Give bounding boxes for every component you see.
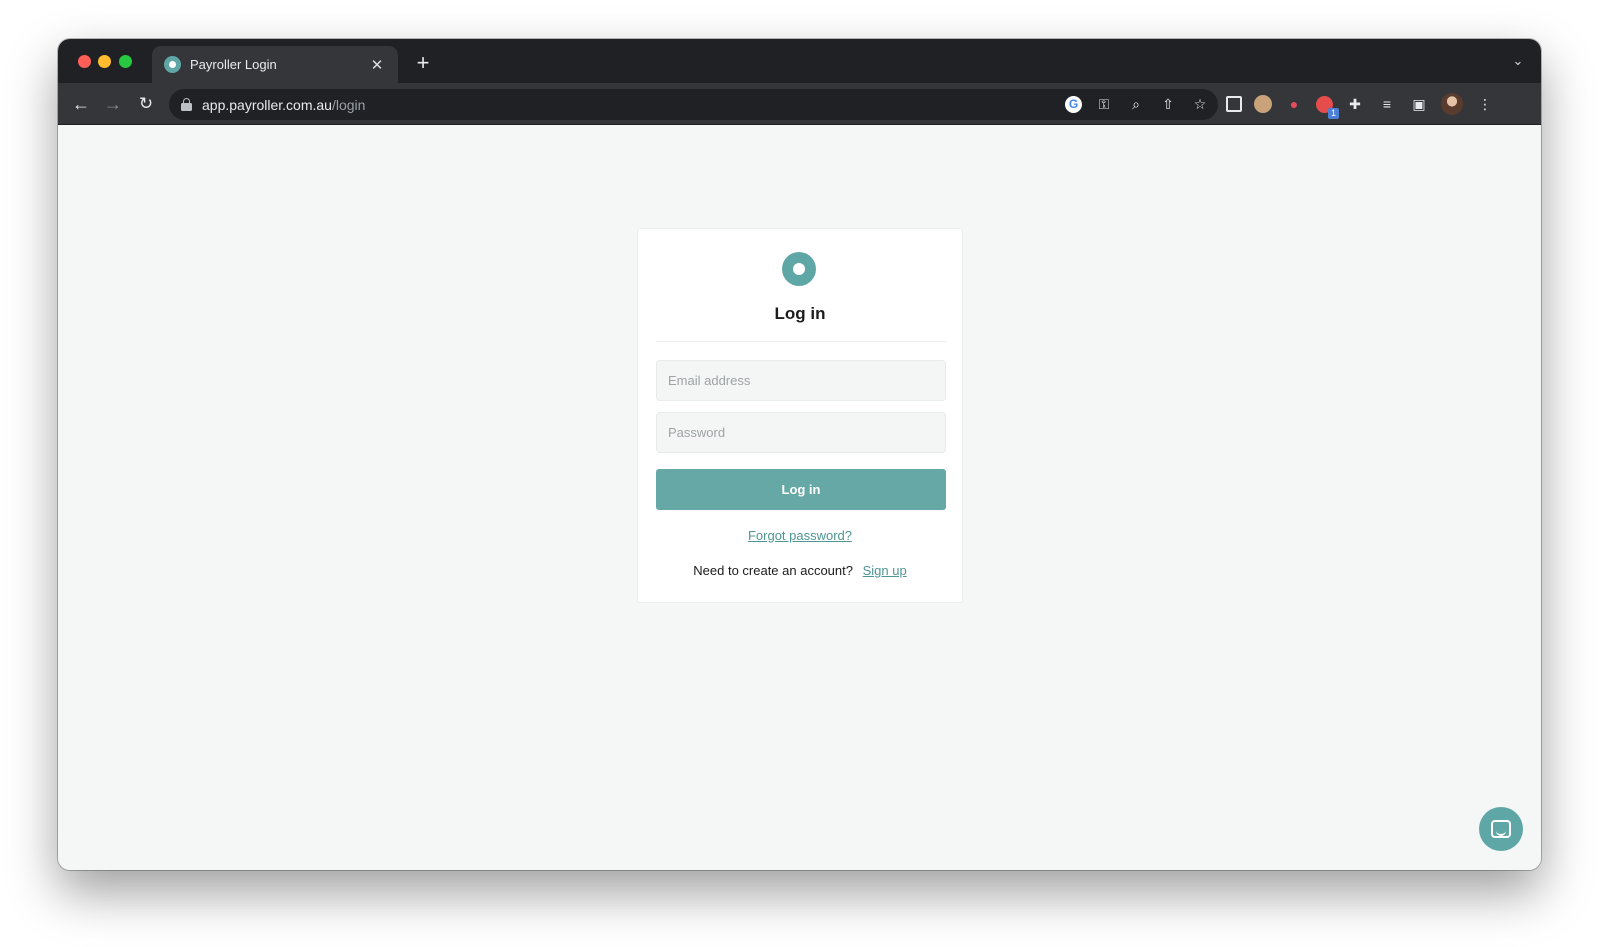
star-icon[interactable]: ☆ bbox=[1190, 94, 1210, 114]
forward-button[interactable]: → bbox=[100, 91, 126, 117]
key-icon[interactable]: ⚿ bbox=[1094, 94, 1114, 114]
login-title: Log in bbox=[774, 304, 826, 323]
chat-icon bbox=[1491, 820, 1511, 838]
face-extension-icon[interactable] bbox=[1254, 95, 1272, 113]
zoom-icon[interactable]: ⌕ bbox=[1126, 94, 1146, 114]
share-icon[interactable]: ⇧ bbox=[1158, 94, 1178, 114]
kebab-menu-icon[interactable]: ⋮ bbox=[1475, 94, 1495, 114]
url-path: /login bbox=[331, 96, 366, 113]
close-window-button[interactable] bbox=[78, 55, 91, 68]
signup-link[interactable]: Sign up bbox=[863, 563, 907, 578]
tab-title: Payroller Login bbox=[190, 57, 277, 72]
tab-search-icon[interactable]: ⌄ bbox=[1509, 53, 1527, 71]
browser-toolbar: ← → ↻ app.payroller.com.au/login G ⚿ ⌕ ⇧… bbox=[58, 83, 1541, 125]
minimize-window-button[interactable] bbox=[98, 55, 111, 68]
puzzle-icon[interactable]: ✚ bbox=[1345, 94, 1365, 114]
tab-close-icon[interactable]: ✕ bbox=[368, 56, 386, 74]
signup-row: Need to create an account? Sign up bbox=[638, 563, 962, 578]
reload-button[interactable]: ↻ bbox=[133, 91, 159, 117]
profile-avatar[interactable] bbox=[1441, 93, 1463, 115]
back-button[interactable]: ← bbox=[68, 91, 94, 117]
side-panel-icon[interactable]: ▣ bbox=[1409, 94, 1429, 114]
extension-badge: 1 bbox=[1328, 107, 1339, 119]
browser-tab[interactable]: Payroller Login ✕ bbox=[152, 46, 398, 83]
divider bbox=[656, 341, 946, 342]
email-field[interactable] bbox=[656, 360, 946, 401]
title-bar: Payroller Login ✕ + ⌄ bbox=[58, 39, 1541, 83]
omnibox-actions: G ⚿ ⌕ ⇧ ☆ bbox=[1065, 94, 1210, 114]
address-bar[interactable]: app.payroller.com.au/login G ⚿ ⌕ ⇧ ☆ bbox=[169, 89, 1218, 120]
signup-prompt: Need to create an account? bbox=[693, 563, 853, 578]
maximize-window-button[interactable] bbox=[119, 55, 132, 68]
lock-icon[interactable] bbox=[181, 98, 192, 111]
new-tab-button[interactable]: + bbox=[410, 51, 436, 77]
forgot-password-link[interactable]: Forgot password? bbox=[638, 528, 962, 543]
qr-code-icon[interactable] bbox=[1226, 96, 1242, 112]
login-card: Log in Log in Forgot password? Need to c… bbox=[637, 228, 963, 603]
login-button[interactable]: Log in bbox=[656, 469, 946, 510]
payroller-logo-icon bbox=[782, 252, 816, 286]
page-content: Log in Log in Forgot password? Need to c… bbox=[58, 125, 1541, 870]
payroller-favicon-icon bbox=[164, 56, 181, 73]
reading-list-icon[interactable]: ≡ bbox=[1377, 94, 1397, 114]
browser-window: Payroller Login ✕ + ⌄ ← → ↻ app.payrolle… bbox=[58, 39, 1541, 870]
url-host: app.payroller.com.au bbox=[202, 96, 332, 113]
extensions-bar: ● 1 ✚ ≡ ▣ ⋮ bbox=[1226, 93, 1495, 119]
password-field[interactable] bbox=[656, 412, 946, 453]
bell-extension-icon[interactable]: ● bbox=[1284, 94, 1304, 114]
red-extension-icon[interactable]: 1 bbox=[1316, 95, 1339, 119]
google-icon[interactable]: G bbox=[1065, 95, 1082, 113]
chat-launcher-button[interactable] bbox=[1479, 807, 1523, 851]
